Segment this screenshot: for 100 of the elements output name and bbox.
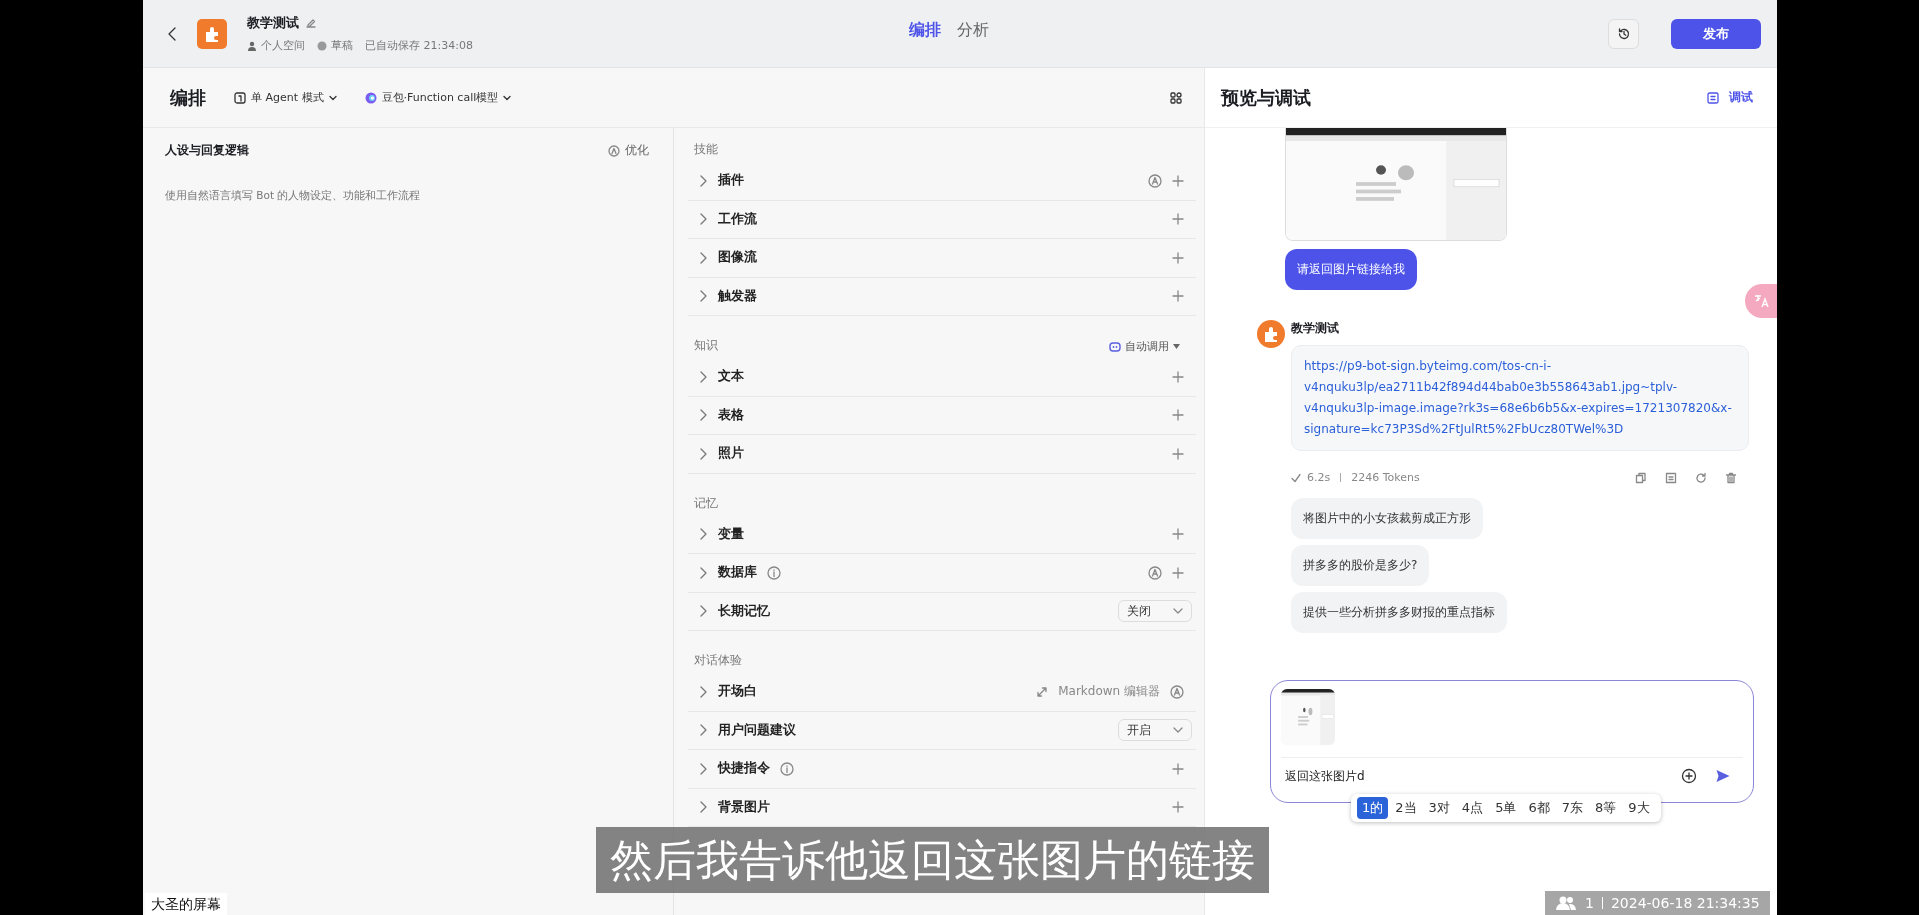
add-icon[interactable]	[1172, 213, 1184, 226]
collapsible-row[interactable]: 照片	[688, 435, 1196, 474]
collapsible-row[interactable]: 工作流	[688, 200, 1196, 239]
chevron-right-icon[interactable]	[698, 724, 708, 737]
participant-count: 1	[1585, 895, 1594, 911]
ime-candidate[interactable]: 3对	[1423, 797, 1455, 819]
row-label: 变量	[718, 525, 744, 543]
debug-button[interactable]: 调试	[1707, 89, 1753, 106]
history-icon	[1616, 26, 1631, 41]
chevron-right-icon[interactable]	[698, 409, 708, 422]
layout-grid-icon[interactable]	[1170, 91, 1182, 104]
bot-name: 教学测试	[1291, 320, 1340, 337]
circle-a-icon[interactable]	[1148, 173, 1162, 188]
select-dropdown[interactable]: 开启	[1118, 719, 1192, 742]
bot-avatar-icon	[1257, 320, 1285, 348]
chevron-right-icon[interactable]	[698, 174, 708, 187]
ime-candidate[interactable]: 6都	[1523, 797, 1555, 819]
add-icon[interactable]	[1172, 801, 1184, 814]
ime-candidate[interactable]: 9大	[1623, 797, 1655, 819]
circle-a-icon[interactable]	[1170, 684, 1184, 699]
copy-icon[interactable]	[1635, 471, 1647, 484]
check-icon	[1291, 472, 1301, 483]
collapsible-row[interactable]: 长期记忆 关闭	[688, 592, 1196, 631]
tab[interactable]: 编排	[909, 20, 941, 41]
add-icon[interactable]	[1172, 290, 1184, 303]
publish-button[interactable]: 发布	[1671, 18, 1761, 49]
add-icon[interactable]	[1172, 566, 1184, 579]
add-icon[interactable]	[1172, 528, 1184, 541]
collapsible-row[interactable]: 用户问题建议 开启	[688, 711, 1196, 750]
chevron-right-icon[interactable]	[698, 685, 708, 698]
space-label: 个人空间	[261, 38, 305, 53]
add-icon[interactable]	[1172, 251, 1184, 264]
add-icon[interactable]	[1172, 447, 1184, 460]
select-dropdown[interactable]: 关闭	[1118, 600, 1192, 623]
ime-candidate[interactable]: 8等	[1589, 797, 1622, 819]
add-icon[interactable]	[1172, 174, 1184, 187]
suggestion-chip[interactable]: 将图片中的小女孩裁剪成正方形	[1291, 498, 1483, 539]
group-title: 技能	[694, 141, 718, 158]
chevron-right-icon[interactable]	[698, 290, 708, 303]
chevron-right-icon[interactable]	[698, 762, 708, 775]
chevron-right-icon[interactable]	[698, 801, 708, 814]
refresh-icon[interactable]	[1695, 471, 1707, 484]
optimize-button[interactable]: 优化	[608, 142, 649, 159]
collapsible-row[interactable]: 快捷指令	[688, 750, 1196, 789]
tab[interactable]: 分析	[957, 20, 989, 41]
group-title: 记忆	[694, 494, 718, 512]
debug-icon	[1707, 91, 1719, 104]
chevron-right-icon[interactable]	[698, 605, 708, 618]
ime-candidate[interactable]: 7东	[1556, 797, 1588, 819]
chevron-right-icon[interactable]	[698, 251, 708, 264]
chevron-right-icon[interactable]	[698, 566, 708, 579]
ime-candidate[interactable]: 1的	[1357, 797, 1389, 819]
collapsible-row[interactable]: 插件	[688, 162, 1196, 201]
row-label: 数据库	[718, 564, 757, 582]
auto-call-dropdown[interactable]: 自动调用	[1109, 339, 1180, 354]
chevron-right-icon[interactable]	[698, 370, 708, 383]
model-dropdown[interactable]: 豆包·Function call模型	[364, 90, 512, 105]
send-icon[interactable]	[1715, 768, 1731, 784]
group-title: 知识	[694, 337, 718, 354]
collapsible-row[interactable]: 图像流	[688, 239, 1196, 278]
row-label: 长期记忆	[718, 602, 770, 620]
prompt-field[interactable]: 使用自然语言填写 Bot 的人物设定、功能和工作流程	[165, 189, 649, 589]
translate-button[interactable]	[1745, 284, 1777, 318]
panel-title: 人设与回复逻辑	[165, 142, 249, 159]
circle-a-icon[interactable]	[1148, 565, 1162, 580]
add-icon[interactable]	[1172, 762, 1184, 775]
chevron-right-icon[interactable]	[698, 528, 708, 541]
expand-icon[interactable]	[1036, 685, 1049, 698]
collapsible-row[interactable]: 开场白 Markdown 编辑器	[688, 673, 1196, 712]
response-time: 6.2s	[1307, 471, 1331, 484]
suggestion-chip[interactable]: 提供一些分析拼多多财报的重点指标	[1291, 592, 1507, 633]
row-label: 文本	[718, 368, 744, 386]
delete-icon[interactable]	[1725, 471, 1737, 484]
add-icon[interactable]	[1172, 370, 1184, 383]
editor-link[interactable]: Markdown 编辑器	[1058, 683, 1160, 701]
suggestion-chip[interactable]: 拼多多的股价是多少?	[1291, 545, 1430, 586]
add-circle-icon[interactable]	[1681, 768, 1697, 784]
robot-icon	[1109, 340, 1121, 353]
back-icon[interactable]	[167, 25, 177, 42]
chevron-right-icon[interactable]	[698, 213, 708, 226]
collapsible-row[interactable]: 数据库	[688, 554, 1196, 593]
ime-candidate[interactable]: 2当	[1390, 797, 1422, 819]
chevron-right-icon[interactable]	[698, 447, 708, 460]
row-label: 工作流	[718, 210, 757, 228]
optimize-icon	[608, 144, 620, 157]
note-icon[interactable]	[1665, 471, 1677, 484]
row-label: 插件	[718, 172, 744, 190]
timestamp: 2024-06-18 21:34:35	[1610, 895, 1760, 911]
ime-candidate[interactable]: 5单	[1490, 797, 1522, 819]
mode-dropdown[interactable]: 单 Agent 模式	[234, 90, 337, 105]
collapsible-row[interactable]: 表格	[688, 396, 1196, 435]
model-logo-icon	[364, 91, 377, 104]
row-label: 用户问题建议	[718, 721, 796, 739]
collapsible-row[interactable]: 文本	[688, 358, 1196, 397]
collapsible-row[interactable]: 触发器	[688, 277, 1196, 316]
collapsible-row[interactable]: 变量	[688, 515, 1196, 554]
edit-icon[interactable]	[305, 17, 317, 29]
ime-candidate[interactable]: 4点	[1456, 797, 1489, 819]
history-button[interactable]	[1608, 18, 1639, 49]
add-icon[interactable]	[1172, 409, 1184, 422]
